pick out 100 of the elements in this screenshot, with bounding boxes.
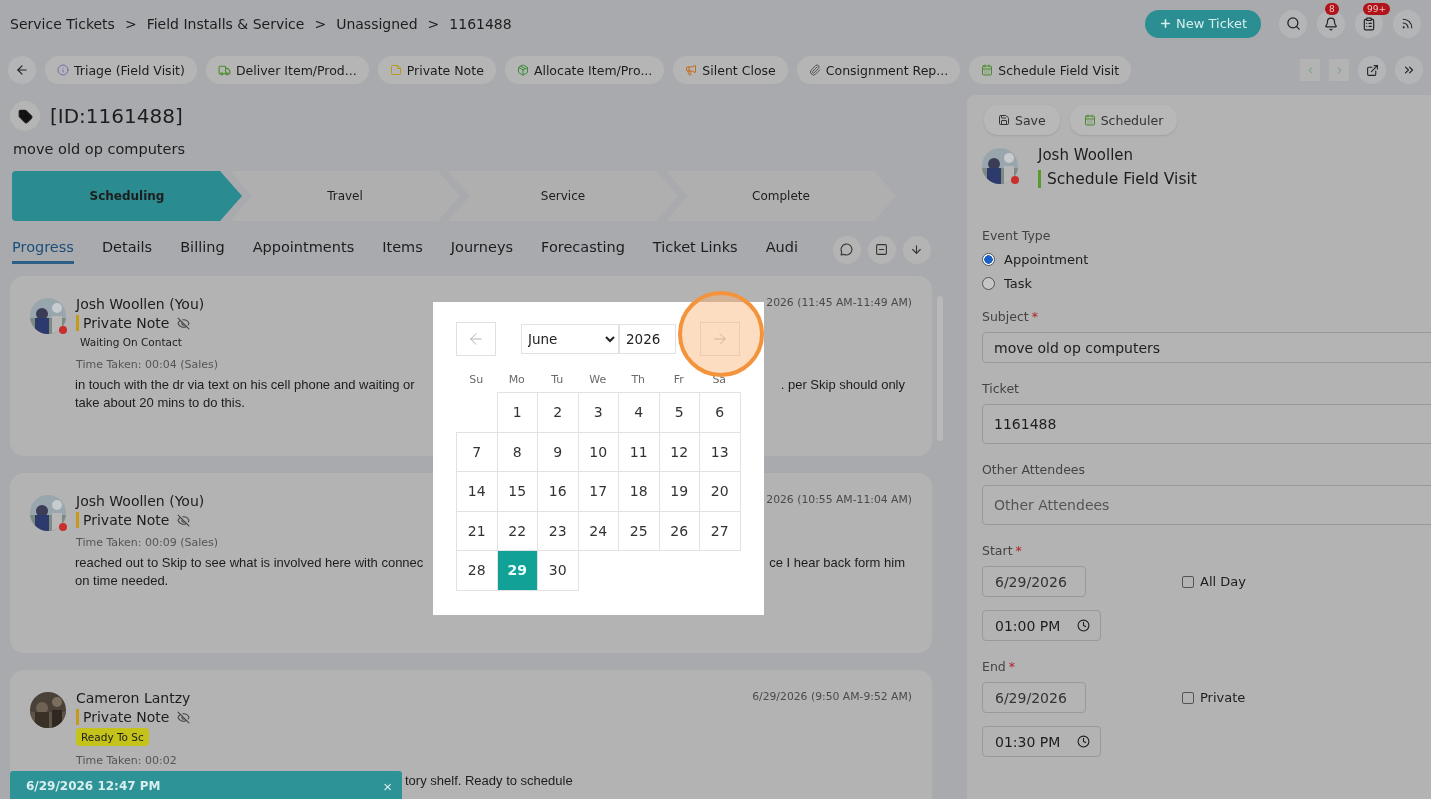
action-title: Schedule Field Visit	[1038, 170, 1197, 188]
action-chip[interactable]: Consignment Rep...	[796, 56, 961, 84]
bell-icon	[1324, 16, 1338, 31]
note-type: Private Note	[76, 709, 170, 725]
action-chip[interactable]: Silent Close	[673, 56, 788, 84]
day-cell[interactable]: 30	[537, 550, 579, 591]
tab[interactable]: Details	[101, 235, 153, 264]
action-chip[interactable]: Triage (Field Visit)	[45, 56, 197, 84]
time-taken: Time Taken: 00:02	[76, 754, 177, 767]
truck-icon	[217, 63, 231, 77]
checkbox-option[interactable]: Private	[1182, 690, 1246, 705]
note-text: ce I hear back form him	[769, 555, 905, 570]
tab[interactable]: Appointments	[252, 235, 355, 264]
ticket-id: [ID:1161488]	[50, 104, 183, 128]
breadcrumb-item[interactable]: 1161488	[449, 15, 512, 32]
stage-step[interactable]: Service	[448, 171, 678, 221]
tab[interactable]: Billing	[180, 235, 225, 264]
clock-icon	[1077, 735, 1090, 748]
tab[interactable]: Ticket Links	[652, 235, 738, 264]
note-author: Josh Woollen (You)	[76, 296, 205, 312]
open-external-button[interactable]	[1358, 56, 1386, 84]
breadcrumb-item[interactable]: Unassigned	[336, 15, 418, 32]
weekday-label: We	[588, 372, 608, 388]
note-text: reached out to Skip to see what is involved here with connec	[75, 555, 424, 570]
double-chevron-icon	[1402, 63, 1416, 77]
required-mark: *	[1015, 543, 1022, 558]
stage-step[interactable]: Travel	[230, 171, 460, 221]
tab[interactable]: Progress	[12, 235, 74, 264]
calendar-icon	[981, 64, 994, 76]
required-mark: *	[1031, 309, 1038, 324]
tab[interactable]: Forecasting	[541, 235, 625, 264]
time-field[interactable]: 01:30 PM	[982, 726, 1101, 757]
note-text: . per Skip should only	[780, 377, 905, 392]
note-type: Private Note	[76, 512, 170, 528]
download-button[interactable]	[902, 235, 931, 264]
action-chip[interactable]: Allocate Item/Pro...	[504, 56, 665, 84]
save-button[interactable]: Save	[984, 105, 1060, 135]
date-field[interactable]: 6/29/2026	[982, 566, 1086, 597]
action-chip[interactable]: Schedule Field Visit	[969, 56, 1132, 84]
back-button[interactable]	[8, 56, 36, 84]
status-dot	[1011, 176, 1019, 184]
day-cell[interactable]: 7	[456, 431, 498, 472]
weekday-label: Su	[468, 372, 485, 388]
radio-option[interactable]: Appointment	[982, 252, 1431, 267]
radio-button[interactable]	[982, 277, 995, 290]
external-link-icon	[1365, 63, 1379, 77]
comment-button[interactable]	[832, 235, 861, 264]
action-chip[interactable]: Deliver Item/Prod...	[205, 56, 369, 84]
save-icon	[998, 114, 1010, 126]
attendees-field[interactable]: Other Attendees	[982, 485, 1431, 525]
breadcrumb-item[interactable]: Service Tickets	[10, 15, 115, 32]
time-taken: Time Taken: 00:09 (Sales)	[76, 536, 219, 549]
checkbox[interactable]	[1182, 575, 1194, 588]
ticket-field[interactable]: 1161488	[982, 404, 1431, 444]
day-cell[interactable]: 6	[699, 392, 741, 433]
rss-button[interactable]	[1393, 9, 1421, 38]
collapse-button[interactable]	[867, 235, 896, 264]
date-field[interactable]: 6/29/2026	[982, 682, 1086, 713]
note-tag: Ready To Sc	[76, 728, 149, 746]
eye-off-icon	[177, 710, 191, 724]
eye-off-icon	[177, 513, 191, 527]
breadcrumb-item[interactable]: Field Installs & Service	[146, 15, 305, 32]
breadcrumb-separator: >	[314, 15, 327, 32]
expand-button[interactable]	[1395, 56, 1423, 84]
radio-option[interactable]: Task	[982, 276, 1431, 291]
plus-icon	[1159, 17, 1173, 30]
note-icon	[389, 64, 402, 76]
scheduler-button[interactable]: Scheduler	[1069, 105, 1178, 135]
weekday-label: Fr	[672, 372, 685, 388]
radio-button[interactable]	[982, 253, 995, 266]
note-author: Josh Woollen (You)	[76, 493, 205, 509]
breadcrumb-separator: >	[124, 15, 137, 32]
info-icon	[57, 64, 69, 76]
time-taken: Time Taken: 00:04 (Sales)	[76, 358, 219, 371]
minus-square-icon	[875, 243, 889, 256]
clipboard-icon	[1362, 16, 1376, 31]
field-label: Event Type	[982, 228, 1052, 243]
stage-step[interactable]: Complete	[666, 171, 896, 221]
time-field[interactable]: 01:00 PM	[982, 610, 1101, 641]
search-button[interactable]	[1279, 9, 1307, 38]
tab[interactable]: Items	[382, 235, 423, 264]
day-cell[interactable]: 27	[699, 510, 741, 551]
tab[interactable]: Audi	[765, 235, 798, 264]
back-icon	[15, 63, 29, 77]
box-icon	[516, 64, 529, 76]
calendar-icon	[1083, 114, 1096, 126]
checkbox-option[interactable]: All Day	[1182, 574, 1246, 589]
day-cell[interactable]: 1	[496, 392, 538, 433]
required-mark: *	[1008, 659, 1015, 674]
day-cell[interactable]: 28	[456, 550, 498, 591]
megaphone-icon	[685, 64, 698, 76]
stage-step[interactable]: Scheduling	[12, 171, 242, 221]
year-select[interactable]: 2026	[619, 324, 676, 354]
eye-off-icon	[177, 316, 191, 330]
ticket-subject: move old op computers	[13, 141, 186, 157]
action-chip[interactable]: Private Note	[377, 56, 496, 84]
subject-field[interactable]: move old op computers	[982, 332, 1431, 363]
checkbox[interactable]	[1182, 691, 1194, 704]
month-select[interactable]: June	[521, 324, 619, 354]
tab[interactable]: Journeys	[450, 235, 514, 264]
